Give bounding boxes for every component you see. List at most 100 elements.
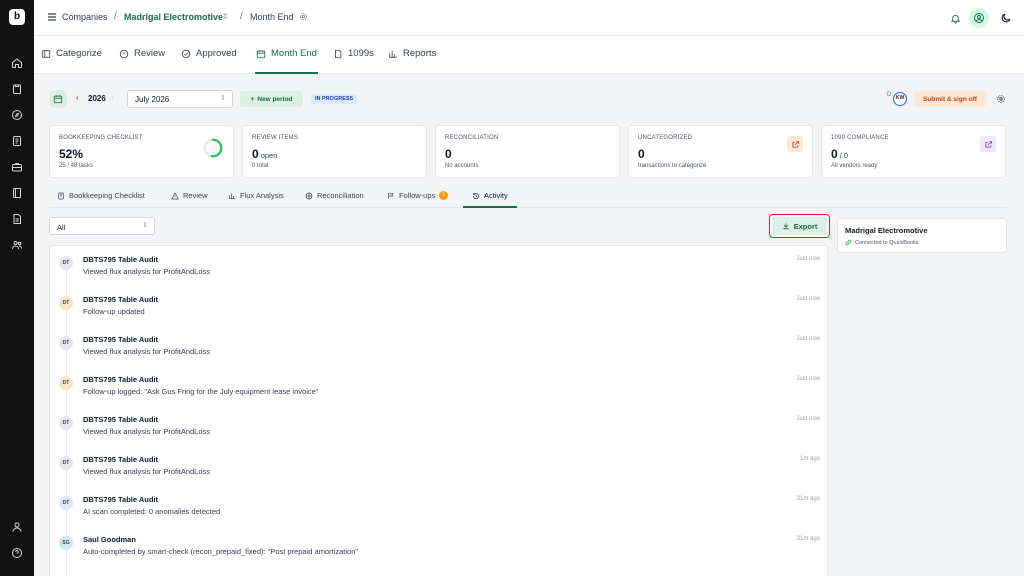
activity-time: 1m ago [799, 456, 820, 462]
activity-user: DBTS795 Table Audit [83, 495, 159, 504]
card-sub: 25 / 48 tasks [59, 163, 94, 169]
subtab-activity[interactable]: Activity [463, 191, 517, 208]
export-button[interactable]: Export [769, 214, 830, 238]
export-button-inner: Export [772, 217, 827, 235]
gear-icon[interactable] [996, 94, 1006, 104]
month-select-value: July 2026 [135, 95, 170, 104]
clipboard-icon[interactable] [10, 82, 24, 96]
home-icon[interactable] [10, 56, 24, 70]
breadcrumb-page: Month End [250, 12, 294, 22]
activity-description: Viewed flux analysis for ProfitAndLoss [83, 347, 211, 356]
wallet-icon [41, 50, 51, 58]
company-switch-icon[interactable]: ⇕ [222, 12, 229, 21]
card-value: 0 open [252, 147, 277, 161]
activity-item[interactable]: DT DBTS795 Table Audit Viewed flux analy… [50, 406, 827, 446]
document-icon [335, 49, 342, 59]
help-icon[interactable] [10, 546, 24, 560]
subtab-review[interactable]: Review [171, 191, 208, 208]
page-settings-icon[interactable] [299, 12, 308, 23]
ledger-icon[interactable] [10, 134, 24, 148]
tab-approved[interactable]: Approved [181, 48, 237, 74]
filter-value: All [57, 223, 66, 232]
bell-icon[interactable] [945, 8, 965, 28]
activity-item[interactable]: SG Saul Goodman Auto-completed by smart-… [50, 526, 827, 566]
file-text-icon[interactable] [10, 212, 24, 226]
month-end-subtabs: Bookkeeping Checklist Review Flux Analys… [49, 186, 1007, 208]
dark-mode-icon[interactable] [996, 8, 1016, 28]
activity-item[interactable]: DT DBTS795 Table Audit Follow-up logged:… [50, 366, 827, 406]
tab-review[interactable]: Review [119, 48, 165, 74]
activity-item[interactable]: DT DBTS795 Table Audit Viewed flux analy… [50, 326, 827, 366]
chevron-updown-icon: ⇕ [142, 222, 148, 229]
card-reconciliation[interactable]: RECONCILIATION 0 No accounts [435, 125, 620, 178]
card-sub: 0 total [252, 163, 269, 169]
card-bookkeeping-checklist[interactable]: BOOKKEEPING CHECKLIST 52% 25 / 48 tasks [49, 125, 234, 178]
subtab-reconciliation[interactable]: Reconciliation [305, 191, 364, 208]
next-year-icon[interactable]: › [111, 93, 114, 102]
briefcase-icon[interactable] [10, 160, 24, 174]
submit-sign-off-button[interactable]: Submit & sign off [914, 91, 986, 107]
card-value-unit: open [260, 151, 278, 160]
card-1099-compliance[interactable]: 1099 COMPLIANCE 0/ 0 All vendors ready [821, 125, 1006, 178]
activity-description: Viewed flux analysis for ProfitAndLoss [83, 427, 211, 436]
connection-status: Connected to QuickBooks [845, 239, 919, 246]
calendar-button[interactable] [49, 90, 67, 108]
activity-item[interactable]: DT DBTS795 Table Audit Follow-up updated… [50, 286, 827, 326]
activity-item[interactable]: DT DBTS795 Table Audit AI scan completed… [50, 486, 827, 526]
breadcrumb-separator: / [114, 11, 117, 22]
breadcrumb-companies[interactable]: Companies [62, 12, 108, 22]
calendar-icon [53, 95, 63, 104]
check-circle-icon [181, 49, 191, 59]
chevron-updown-icon: ⇕ [220, 95, 226, 102]
tab-month-end[interactable]: Month End [255, 48, 318, 74]
card-value-number: 52% [59, 147, 84, 161]
breadcrumb-company[interactable]: Madrigal Electromotive [124, 12, 223, 22]
card-label: UNCATEGORIZED [638, 135, 693, 141]
activity-description: Follow-up updated [83, 307, 145, 316]
card-review-items[interactable]: REVIEW ITEMS 0 open 0 total [242, 125, 427, 178]
card-uncategorized[interactable]: UNCATEGORIZED 0 transactions to categori… [628, 125, 813, 178]
new-period-button[interactable]: + New period [240, 91, 303, 107]
tab-reports[interactable]: Reports [388, 48, 436, 74]
activity-user: DBTS795 Table Audit [83, 335, 159, 344]
card-value-number: 0 [638, 147, 645, 161]
activity-description: Auto-completed by smart-check (recon_pre… [83, 547, 359, 556]
export-label: Export [793, 221, 818, 231]
prev-year-icon[interactable]: ‹ [76, 93, 79, 102]
subtab-follow-ups[interactable]: Follow-ups 1 [387, 191, 449, 208]
subtab-bookkeeping-checklist[interactable]: Bookkeeping Checklist [57, 191, 145, 208]
activity-user: Saul Goodman [83, 535, 136, 544]
app-logo[interactable]: b [9, 9, 25, 25]
month-select[interactable]: July 2026 ⇕ [127, 90, 233, 108]
new-period-label: New period [257, 95, 293, 103]
activity-item[interactable]: DT DBTS795 Table Audit Viewed flux analy… [50, 246, 827, 286]
activity-avatar: DT [59, 336, 73, 350]
compass-icon[interactable] [10, 108, 24, 122]
tab-label: Review [134, 48, 166, 59]
activity-avatar: DT [59, 416, 73, 430]
subtab-label: Activity [484, 191, 508, 200]
subtab-label: Flux Analysis [240, 191, 284, 200]
sidebar: b [0, 0, 34, 576]
user-avatar[interactable] [969, 8, 989, 28]
users-icon[interactable] [10, 238, 24, 252]
tab-1099s[interactable]: 1099s [333, 48, 374, 74]
bar-chart-icon [389, 50, 397, 58]
user-profile-icon[interactable] [10, 520, 24, 534]
menu-icon[interactable] [47, 12, 57, 22]
book-icon[interactable] [10, 186, 24, 200]
card-value: 0/ 0 [831, 147, 848, 161]
activity-time: Just now [796, 296, 820, 302]
subtab-label: Follow-ups [399, 191, 436, 200]
activity-time: Just now [796, 376, 820, 382]
assignee-avatar[interactable]: KW [893, 92, 907, 106]
tab-categorize[interactable]: Categorize [41, 48, 102, 74]
activity-filter-select[interactable]: All ⇕ [49, 217, 155, 235]
download-icon [782, 223, 789, 230]
activity-item[interactable]: DT DBTS795 Table Audit Viewed flux analy… [50, 446, 827, 486]
external-link-icon[interactable] [980, 136, 996, 152]
external-link-icon[interactable] [787, 136, 803, 152]
tab-label: 1099s [348, 48, 374, 59]
subtab-flux-analysis[interactable]: Flux Analysis [228, 191, 284, 208]
tab-label: Approved [196, 48, 237, 59]
